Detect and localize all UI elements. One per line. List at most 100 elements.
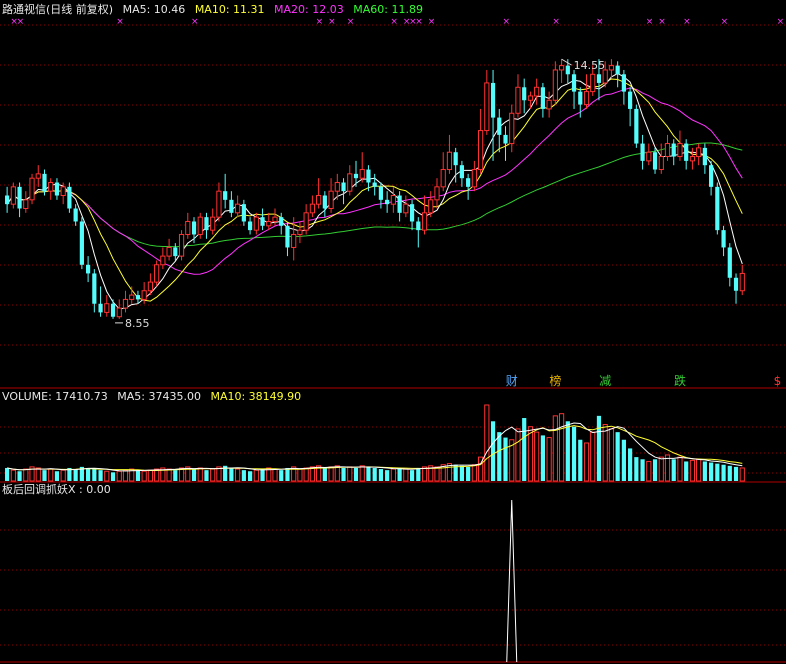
candle-body bbox=[658, 156, 664, 171]
candle-body bbox=[67, 186, 72, 209]
volume-bar bbox=[546, 437, 552, 482]
volume-ma10-legend: MA10: 38149.90 bbox=[210, 390, 302, 403]
volume-bar bbox=[459, 465, 465, 481]
candle-body bbox=[477, 130, 484, 171]
candle-body bbox=[272, 216, 278, 222]
high-marker-arrow bbox=[561, 58, 572, 66]
volume-panel-header: VOLUME: 17410.73 MA5: 37435.00 MA10: 381… bbox=[2, 390, 307, 404]
candle-body bbox=[677, 143, 683, 158]
candle-body bbox=[116, 307, 122, 318]
volume-bar bbox=[702, 461, 707, 481]
candle-body bbox=[696, 147, 702, 158]
candle-body bbox=[29, 177, 35, 201]
candle-body bbox=[640, 143, 645, 161]
candle-body bbox=[173, 247, 178, 257]
volume-bar bbox=[92, 469, 97, 481]
candle-body bbox=[634, 108, 639, 144]
event-label: 财 bbox=[506, 374, 518, 388]
indicator-panel-header: 板后回调抓妖X : 0.00 bbox=[2, 483, 117, 497]
volume-bar bbox=[353, 467, 359, 481]
candle-body bbox=[147, 281, 154, 292]
candle-body bbox=[204, 217, 209, 231]
ma5-legend: MA5: 10.46 bbox=[122, 3, 186, 16]
volume-bar bbox=[621, 439, 626, 481]
candle-body bbox=[434, 186, 440, 201]
candle-body bbox=[583, 91, 590, 106]
candle-body bbox=[229, 199, 234, 213]
candle-body bbox=[552, 69, 558, 101]
candle-body bbox=[409, 204, 415, 222]
candle-body bbox=[390, 195, 396, 205]
candle-body bbox=[241, 204, 246, 222]
candle-body bbox=[372, 182, 377, 187]
volume-bar bbox=[578, 439, 583, 481]
volume-bar bbox=[466, 466, 471, 481]
volume-bar bbox=[571, 426, 577, 481]
candle-body bbox=[253, 216, 259, 231]
ma10-legend: MA10: 11.31 bbox=[194, 3, 265, 16]
volume-bar bbox=[515, 428, 521, 482]
candle-body bbox=[540, 87, 545, 109]
candle-body bbox=[10, 186, 16, 205]
volume-bar bbox=[471, 464, 477, 482]
candle-body bbox=[621, 74, 626, 92]
candle-body bbox=[385, 199, 390, 205]
volume-bar bbox=[35, 467, 41, 482]
event-marker: × bbox=[721, 17, 729, 27]
volume-bar bbox=[416, 467, 421, 481]
candle-body bbox=[98, 303, 103, 313]
volume-bar bbox=[608, 428, 615, 482]
candle-body bbox=[646, 151, 652, 162]
candle-body bbox=[628, 91, 633, 109]
volume-bar bbox=[696, 458, 702, 482]
volume-bar bbox=[10, 469, 16, 482]
volume-bar bbox=[534, 431, 540, 482]
volume-bar bbox=[204, 470, 209, 481]
candle-body bbox=[347, 173, 353, 192]
event-marker: × bbox=[658, 17, 666, 27]
candle-body bbox=[428, 199, 434, 214]
indicator-spike bbox=[506, 499, 518, 663]
volume-bar bbox=[285, 467, 290, 481]
candle-body bbox=[5, 195, 10, 205]
volume-bar bbox=[640, 459, 645, 481]
volume-bar bbox=[116, 470, 122, 482]
candle-body bbox=[42, 173, 47, 192]
event-marker: × bbox=[191, 17, 199, 27]
event-marker: × bbox=[683, 17, 691, 27]
ma60-legend: MA60: 11.89 bbox=[353, 3, 423, 16]
volume-bar bbox=[135, 470, 141, 481]
event-marker: × bbox=[116, 17, 124, 27]
candle-body bbox=[48, 182, 54, 192]
volume-bar bbox=[122, 469, 129, 482]
volume-bar bbox=[210, 468, 216, 482]
event-marker: × bbox=[777, 17, 785, 27]
candle-body bbox=[79, 221, 84, 265]
chart-canvas: 14.558.55×× × × × × × × ××× × × × × × × × × ×财榜减跌 $ bbox=[0, 17, 786, 663]
candle-body bbox=[178, 233, 185, 257]
candle-body bbox=[709, 165, 714, 187]
event-marker: × bbox=[646, 17, 654, 27]
volume-bar bbox=[110, 472, 116, 481]
candle-body bbox=[446, 151, 453, 171]
volume-bar bbox=[322, 467, 327, 481]
event-label: $ bbox=[774, 374, 782, 388]
volume-bar bbox=[403, 468, 409, 482]
candle-body bbox=[92, 273, 97, 304]
volume-bar bbox=[590, 431, 596, 482]
candle-body bbox=[154, 264, 160, 283]
event-marker: × bbox=[415, 17, 423, 27]
candle-body bbox=[565, 65, 570, 75]
candle-body bbox=[297, 229, 303, 235]
candle-body bbox=[652, 152, 658, 170]
candle-body bbox=[416, 221, 421, 231]
candle-body bbox=[216, 190, 222, 218]
candle-body bbox=[73, 208, 78, 222]
volume-bar bbox=[739, 467, 745, 482]
volume-bar bbox=[279, 470, 284, 481]
volume-bar bbox=[490, 421, 496, 481]
candle-body bbox=[471, 169, 477, 188]
candle-body bbox=[733, 277, 739, 291]
volume-legend: VOLUME: 17410.73 bbox=[2, 390, 108, 403]
event-marker: × bbox=[503, 17, 511, 27]
